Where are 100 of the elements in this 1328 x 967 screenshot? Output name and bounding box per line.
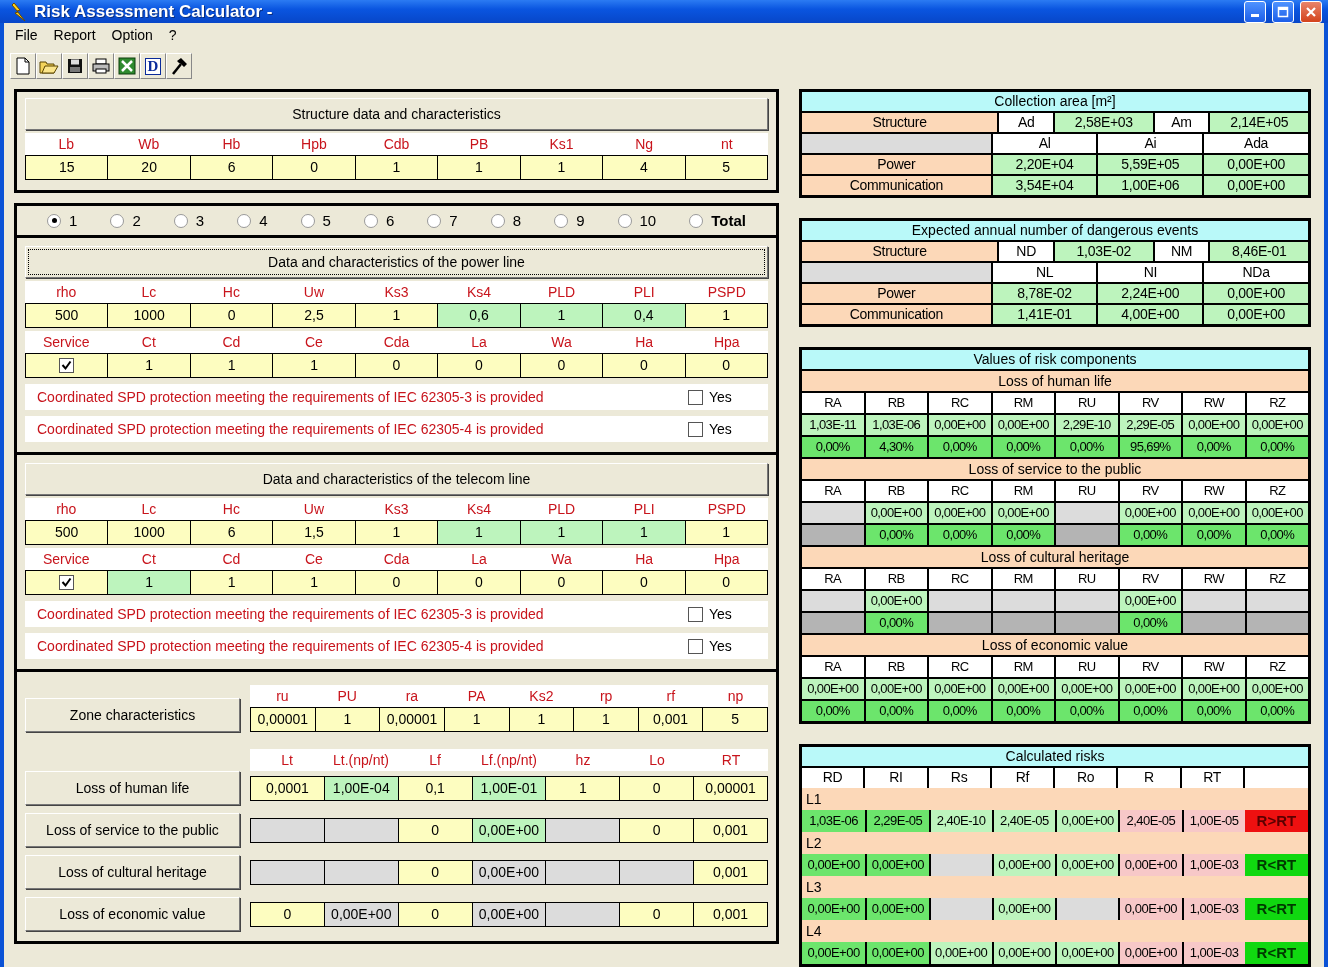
column-header: R xyxy=(1118,768,1182,788)
field-label: La xyxy=(470,550,488,569)
minimize-icon xyxy=(1251,14,1259,17)
radio-button[interactable]: 8 xyxy=(490,212,522,229)
radio-button[interactable]: 2 xyxy=(110,212,141,229)
toolbar-button[interactable]: D xyxy=(140,53,166,79)
status-badge: R>RT xyxy=(1244,810,1308,832)
table-cell: 0,00E+00 xyxy=(991,854,1055,876)
row-label: L2 xyxy=(805,834,823,853)
menu-item[interactable]: File xyxy=(8,27,45,43)
field-label: Uw xyxy=(302,500,326,519)
status-badge: R<RT xyxy=(1244,854,1308,876)
menu-item[interactable]: Report xyxy=(46,27,103,43)
section-button[interactable]: Loss of cultural heritage xyxy=(25,855,240,889)
field-label: Wa xyxy=(550,333,573,352)
column-header: RC xyxy=(929,481,991,501)
table-cell: 0,00E+00 xyxy=(802,854,866,876)
checkbox[interactable]: Yes xyxy=(688,638,758,654)
column-header: RC xyxy=(929,569,991,589)
column-header: RZ xyxy=(1246,657,1308,677)
radio-button[interactable]: Total xyxy=(689,212,746,229)
table-cell: 0,00% xyxy=(1119,525,1181,545)
table-cell: 0,00% xyxy=(865,701,927,721)
column-header: RM xyxy=(992,657,1054,677)
field-label: Lc xyxy=(140,500,158,519)
column-header: RB xyxy=(865,481,927,501)
field-label: PSPD xyxy=(706,283,747,302)
radio-button[interactable]: 6 xyxy=(363,212,395,229)
toolbar-button[interactable] xyxy=(114,53,140,79)
table-cell: 2,29E-05 xyxy=(1119,415,1181,435)
section-button[interactable]: Structure data and characteristics xyxy=(25,98,768,130)
section-button[interactable]: Zone characteristics xyxy=(25,698,240,732)
table-cell: 1,03E-06 xyxy=(865,415,927,435)
radio-button[interactable]: 1 xyxy=(47,212,78,229)
checkbox[interactable]: Yes xyxy=(688,421,758,437)
table-cell: 0,00E+00 xyxy=(929,679,991,699)
table-cell: 0,00E+00 xyxy=(992,415,1054,435)
section-button[interactable]: Data and characteristics of the power line xyxy=(25,246,768,278)
field-label: ra xyxy=(404,687,420,706)
field-label: PSPD xyxy=(706,500,747,519)
table-cell: 0,00E+00 xyxy=(1055,810,1119,832)
field-label: Cd xyxy=(221,550,242,569)
table-cell: 0,00E+00 xyxy=(1055,854,1119,876)
row-label: L1 xyxy=(805,790,823,809)
close-button[interactable] xyxy=(1300,0,1322,23)
section-button[interactable]: Loss of service to the public xyxy=(25,813,240,847)
section-button[interactable]: Loss of human life xyxy=(25,771,240,805)
column-header: Ada xyxy=(1204,134,1308,153)
table-cell: 0,00% xyxy=(1056,701,1118,721)
menu-item[interactable]: ? xyxy=(161,27,184,43)
table-cell: 0,00E+00 xyxy=(991,942,1055,964)
column-header: RU xyxy=(1056,393,1118,413)
requirement-text: Coordinated SPD protection meeting the requirements of IEC 62305-4 is provided xyxy=(37,421,545,437)
column-header: RW xyxy=(1183,481,1245,501)
table-cell: 2,58E+03 xyxy=(1055,113,1153,132)
column-header: Ro xyxy=(1055,768,1119,788)
hammer-icon xyxy=(170,57,188,75)
checkbox[interactable]: Yes xyxy=(688,606,758,622)
radio-button[interactable]: 5 xyxy=(300,212,331,229)
column-header: Ad xyxy=(999,113,1053,132)
table-cell: 0,00E+00 xyxy=(1204,305,1308,324)
table-cell: 2,29E-05 xyxy=(865,810,929,832)
column-header: Al xyxy=(992,134,1097,153)
table-cell: 0,00E+00 xyxy=(1246,679,1308,699)
field-label: Lt xyxy=(280,751,294,770)
field-label: Ce xyxy=(304,333,324,352)
toolbar-button[interactable] xyxy=(62,53,88,79)
toolbar-button[interactable] xyxy=(166,53,192,79)
table-cell: 2,24E+00 xyxy=(1098,284,1203,303)
maximize-button[interactable] xyxy=(1272,0,1294,23)
field-label: Lc xyxy=(140,283,158,302)
radio-button[interactable]: 10 xyxy=(617,212,657,229)
table-cell: 2,40E-05 xyxy=(991,810,1055,832)
table-cell: 5,59E+05 xyxy=(1098,155,1203,174)
field-label: Ks1 xyxy=(548,135,575,154)
radio-button[interactable]: 9 xyxy=(554,212,585,229)
table-cell: 0,00% xyxy=(1246,437,1308,457)
radio-button[interactable]: 4 xyxy=(237,212,268,229)
menu-item[interactable]: Option xyxy=(104,27,160,43)
table-cell: 0,00E+00 xyxy=(1246,503,1308,523)
minimize-button[interactable] xyxy=(1244,0,1266,23)
field-label: Lf.(np/nt) xyxy=(480,751,538,770)
checkbox[interactable]: Yes xyxy=(688,389,758,405)
section-button[interactable]: Data and characteristics of the telecom line xyxy=(25,463,768,495)
field-label: Ks3 xyxy=(383,500,410,519)
table-cell: 0,00E+00 xyxy=(865,679,927,699)
column-header: RM xyxy=(992,481,1054,501)
table-cell: 2,14E+05 xyxy=(1210,113,1308,132)
column-header: RI xyxy=(865,768,929,788)
field-label: rp xyxy=(598,687,614,706)
field-label: Hc xyxy=(221,500,241,519)
requirement-text: Coordinated SPD protection meeting the requirements of IEC 62305-3 is provided xyxy=(37,389,545,405)
section-button[interactable]: Loss of economic value xyxy=(25,897,240,931)
radio-button[interactable]: 7 xyxy=(427,212,458,229)
table-cell: 0,00E+00 xyxy=(1183,415,1245,435)
close-icon xyxy=(1305,5,1317,18)
radio-button[interactable]: 3 xyxy=(173,212,205,229)
toolbar-button[interactable] xyxy=(88,53,114,79)
table-cell: 0,00E+00 xyxy=(865,503,927,523)
field-label: PA xyxy=(466,687,487,706)
